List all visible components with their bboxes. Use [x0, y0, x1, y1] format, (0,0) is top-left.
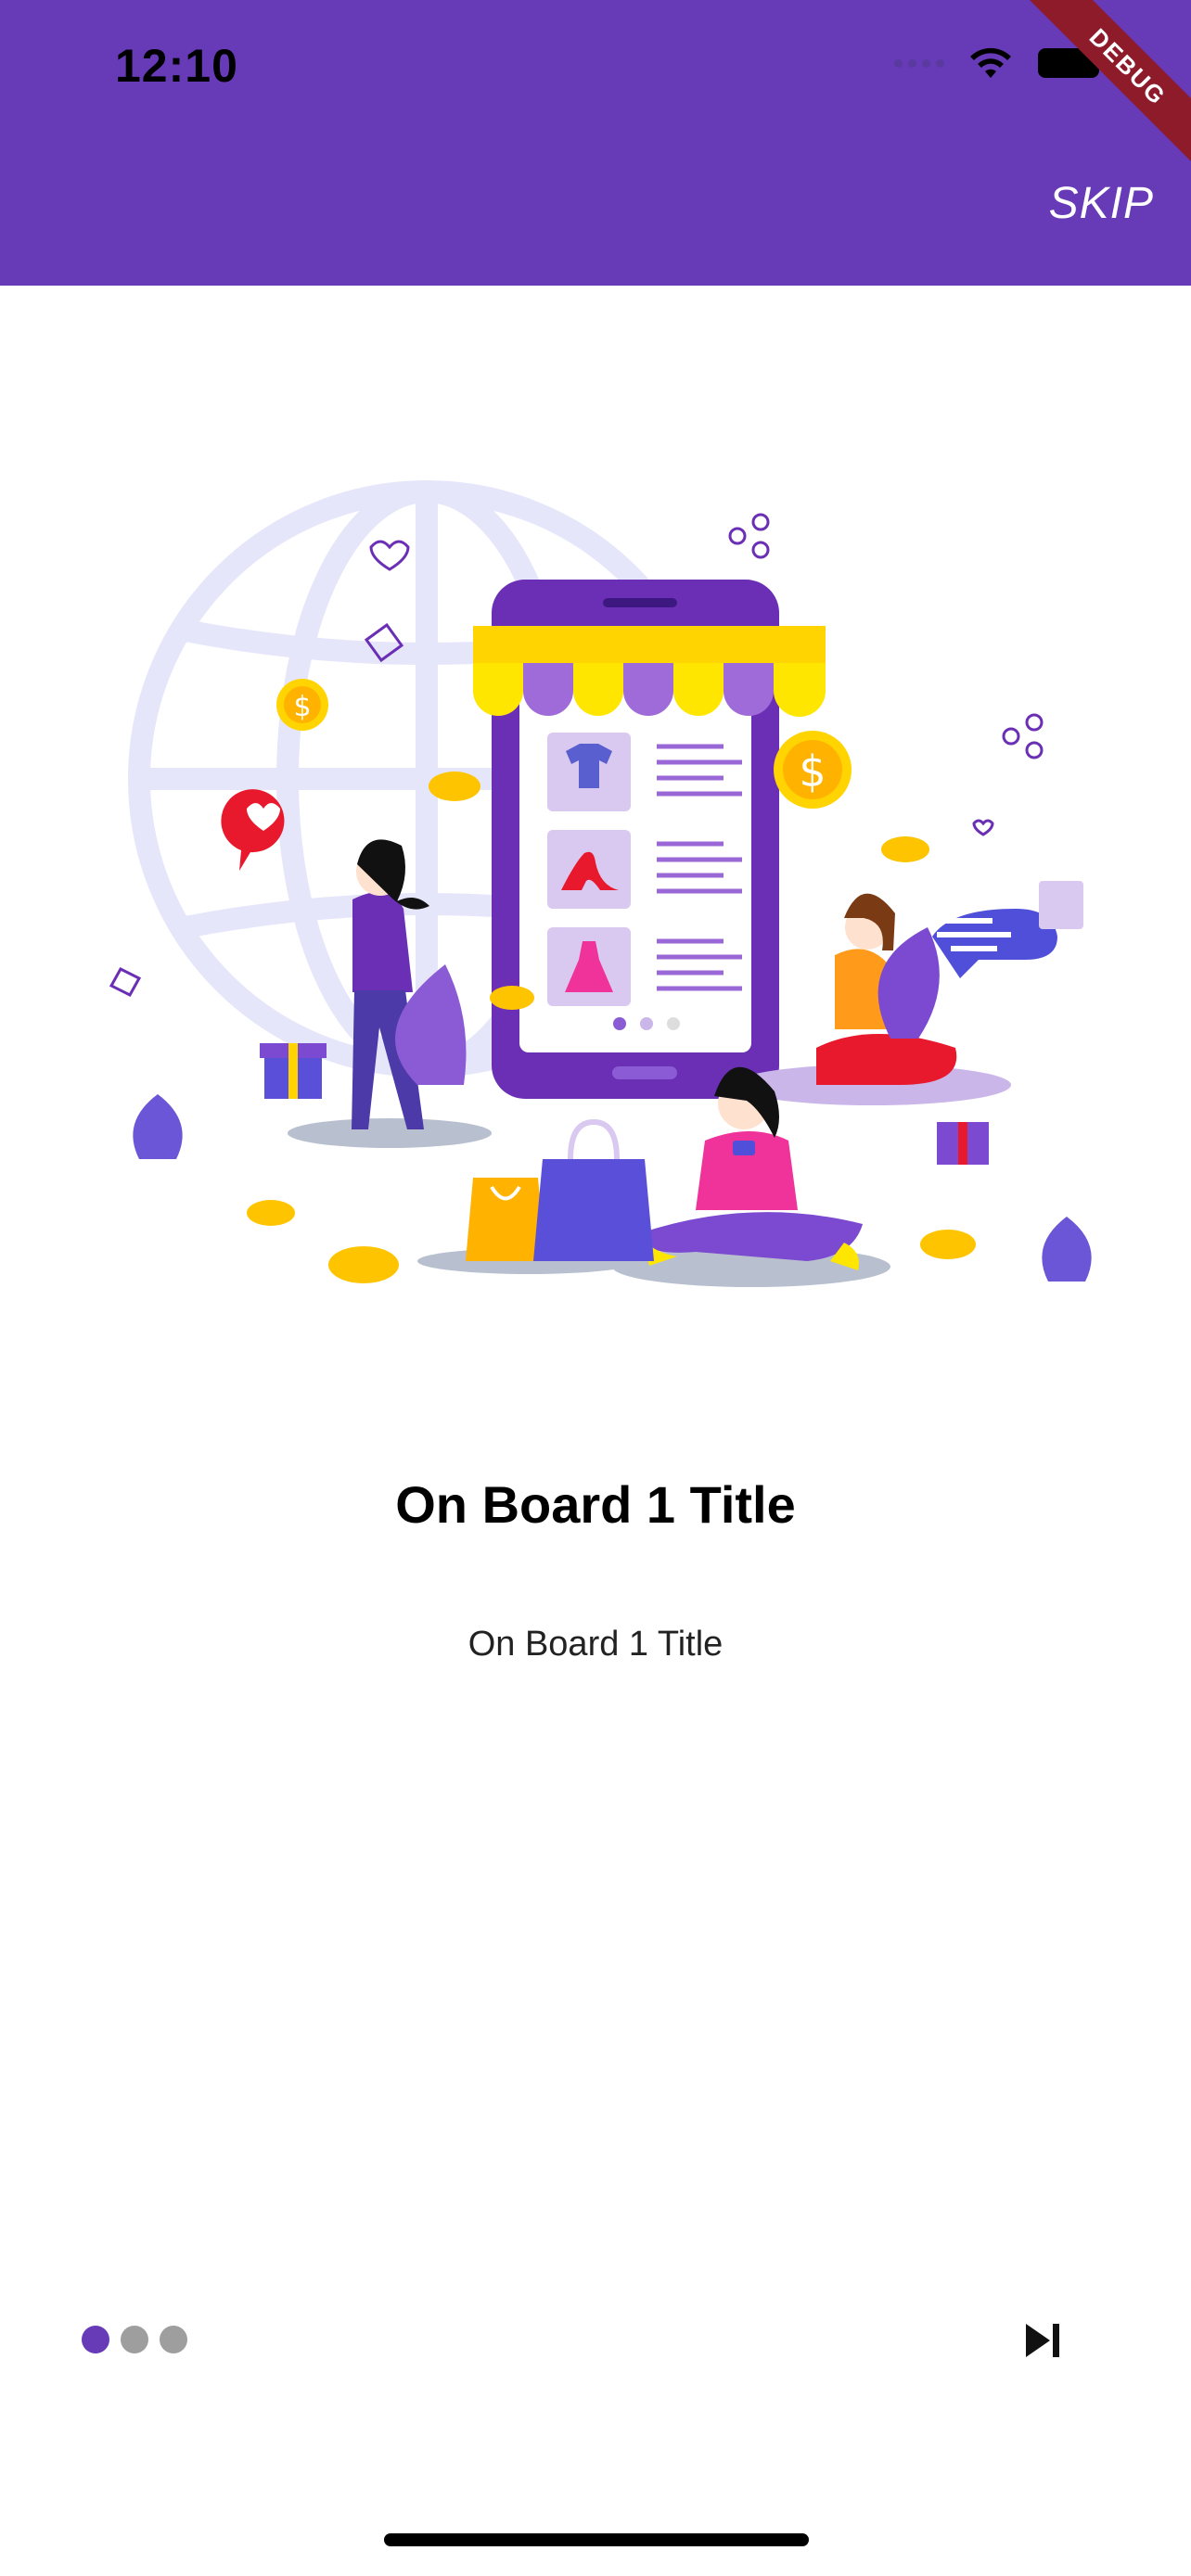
wifi-icon [970, 47, 1011, 78]
page-dot-2[interactable] [121, 2326, 148, 2353]
page-indicator [82, 2326, 187, 2353]
onboarding-illustration: $ $ [109, 480, 1092, 1287]
svg-text:$: $ [293, 691, 311, 723]
status-time: 12:10 [115, 40, 238, 92]
svg-text:$: $ [799, 746, 826, 797]
status-icons [894, 46, 1108, 80]
onboarding-subtitle: On Board 1 Title [467, 1625, 724, 1664]
woman-standing [221, 789, 492, 1148]
home-indicator [384, 2533, 809, 2546]
app-bar: 12:10 SKIP DEBUG [0, 0, 1191, 286]
skip-button[interactable]: SKIP [1049, 178, 1154, 229]
shopping-bags [417, 1118, 654, 1274]
onboarding-title: On Board 1 Title [395, 1475, 796, 1534]
signal-icon [894, 58, 944, 68]
skip-next-icon[interactable] [1017, 2315, 1069, 2366]
page-dot-3[interactable] [160, 2326, 187, 2353]
page-dot-1[interactable] [82, 2326, 109, 2353]
phone-storefront [473, 580, 826, 1099]
debug-banner: DEBUG [1027, 0, 1191, 168]
